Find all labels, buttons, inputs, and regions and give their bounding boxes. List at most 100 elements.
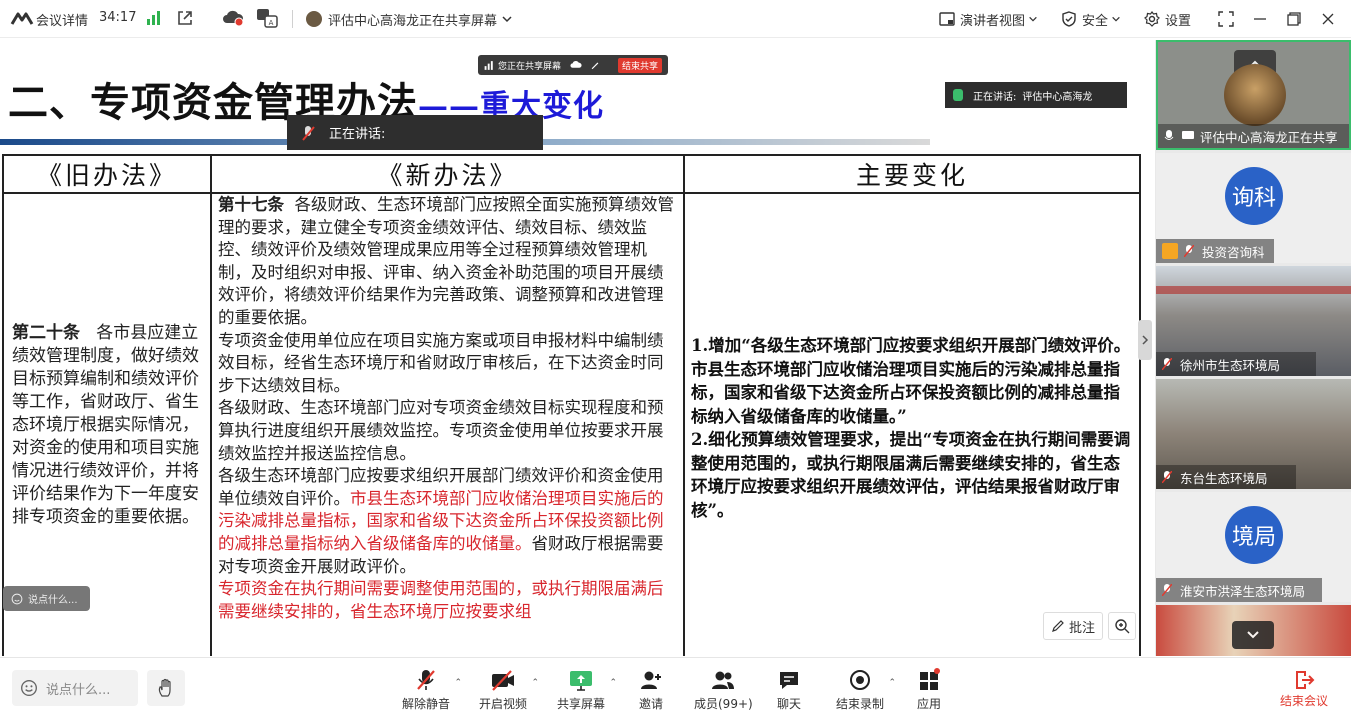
invite-button[interactable]: 邀请: [639, 668, 663, 712]
participant-name-text: 投资咨询科: [1202, 244, 1265, 260]
screen-share-icon: [570, 671, 592, 691]
say-something-mini[interactable]: 说点什么...: [3, 586, 90, 611]
participant-tile[interactable]: 东台生态环境局: [1156, 379, 1351, 489]
layout-icon: [939, 12, 955, 26]
raise-hand-button[interactable]: [147, 670, 185, 706]
share-screen-button[interactable]: 共享屏幕 ⌃: [557, 668, 617, 712]
changes-cell: 1.增加“各级生态环境部门应按要求组织开展部门绩效评价。市县生态环境部门应收储治…: [683, 192, 1141, 656]
mic-off-icon: [1162, 471, 1172, 483]
zoom-in-button[interactable]: [1108, 612, 1136, 640]
screen-share-icon: [1182, 131, 1194, 139]
settings-label: 设置: [1164, 13, 1191, 29]
new-clause: 第十七条: [218, 195, 284, 214]
new-rule-p2: 专项资金使用单位应在项目实施方案或项目申报材料中编制绩效目标，经省生态环境厅和省…: [218, 330, 664, 395]
chevron-right-icon: [1142, 335, 1149, 345]
divider: [292, 10, 293, 28]
translate-icon[interactable]: A: [256, 8, 278, 28]
say-something-input[interactable]: 说点什么...: [12, 670, 138, 706]
cloud-recording-icon[interactable]: [222, 9, 244, 27]
svg-text:A: A: [269, 19, 274, 27]
say-something-placeholder: 说点什么...: [46, 682, 111, 698]
participant-tile[interactable]: 境局 淮安市洪泽生态环境局: [1156, 492, 1351, 602]
apps-button[interactable]: 应用: [917, 668, 941, 712]
tencent-meeting-logo-icon: [10, 12, 34, 25]
fullscreen-button[interactable]: [1209, 0, 1243, 38]
caret-up-icon[interactable]: ⌃: [454, 678, 462, 688]
new-rule-p3: 各级财政、生态环境部门应对专项资金绩效目标实现程度和预算执行进度组织开展绩效监控…: [218, 398, 664, 463]
invite-label: 邀请: [639, 697, 664, 711]
network-signal-icon: [484, 60, 493, 70]
speaking-indicator-top: 正在讲话: 评估中心高海龙: [945, 82, 1127, 108]
pen-icon: [1052, 620, 1064, 632]
security-button[interactable]: 安全: [1061, 10, 1126, 29]
start-video-button[interactable]: 开启视频 ⌃: [479, 668, 539, 712]
stop-sharing-button[interactable]: 结束共享: [617, 57, 662, 73]
caret-up-icon[interactable]: ⌃: [888, 678, 896, 688]
network-signal-icon[interactable]: [146, 11, 162, 25]
close-button[interactable]: [1311, 0, 1345, 38]
start-video-label: 开启视频: [479, 697, 528, 711]
sharer-avatar: [306, 11, 322, 27]
participant-name: 评估中心高海龙正在共享: [1158, 124, 1349, 148]
scroll-down-button[interactable]: [1232, 621, 1274, 649]
meeting-timer: 34:17: [99, 10, 137, 25]
participant-name: 徐州市生态环境局: [1156, 352, 1316, 376]
gear-icon: [1144, 11, 1160, 27]
camera-off-icon: [492, 670, 514, 691]
exit-icon: [1296, 671, 1315, 689]
chevron-down-icon: [1247, 631, 1259, 639]
participant-tile[interactable]: 询科 投资咨询科: [1156, 153, 1351, 263]
annotate-button[interactable]: 批注: [1043, 612, 1103, 640]
participant-name: 东台生态环境局: [1156, 465, 1296, 489]
annotate-pen-icon: [591, 62, 599, 70]
apps-grid-icon: [920, 668, 940, 690]
settings-button[interactable]: 设置: [1144, 10, 1191, 29]
title-bar-right: 演讲者视图 安全 设置: [939, 0, 1351, 38]
members-button[interactable]: 成员(99+): [694, 668, 753, 712]
end-meeting-button[interactable]: 结束会议: [1280, 668, 1328, 709]
change-item-1: 1.增加“各级生态环境部门应按要求组织开展部门绩效评价。市县生态环境部门应收储治…: [691, 336, 1131, 426]
speaking-label: 正在讲话:: [329, 127, 386, 142]
participant-tile[interactable]: [1156, 605, 1351, 656]
share-status-dropdown[interactable]: 评估中心高海龙正在共享屏幕: [306, 8, 513, 30]
smiley-icon: [21, 680, 37, 696]
sharing-pill-text: 您正在共享屏幕: [498, 61, 562, 72]
caret-up-icon[interactable]: ⌃: [609, 678, 617, 688]
header-new: 《新办法》: [210, 154, 685, 194]
smiley-icon: [11, 593, 23, 604]
unmute-label: 解除静音: [402, 697, 451, 711]
new-rule-cell: 第十七条 各级财政、生态环境部门应按照全面实施预算绩效管理的要求，建立健全专项资…: [210, 192, 685, 656]
collapse-panel-button[interactable]: [1138, 320, 1152, 360]
new-rule-text: 第十七条 各级财政、生态环境部门应按照全面实施预算绩效管理的要求，建立健全专项资…: [212, 194, 683, 623]
chat-button[interactable]: 聊天: [777, 668, 801, 712]
participant-tile[interactable]: 徐州市生态环境局: [1156, 266, 1351, 376]
new-rule-p5-red: 专项资金在执行期间需要调整使用范围的，或执行期限届满后需要继续安排的，省生态环境…: [218, 579, 664, 621]
maximize-button[interactable]: [1277, 0, 1311, 38]
chevron-down-icon: [1112, 16, 1120, 22]
record-icon: [850, 670, 870, 690]
speaking-indicator: 正在讲话:: [287, 115, 543, 150]
stop-recording-button[interactable]: 结束录制 ⌃: [836, 668, 896, 712]
title-bar: 会议详情 34:17 A 评估中心高海龙正在共享屏幕 演讲者视图 安全 设置: [0, 0, 1351, 38]
sharing-control-pill[interactable]: 您正在共享屏幕 结束共享: [478, 55, 668, 75]
participant-tile[interactable]: 评估中心高海龙正在共享: [1156, 40, 1351, 150]
popout-icon[interactable]: [176, 9, 194, 27]
unmute-button[interactable]: 解除静音 ⌃: [402, 668, 462, 712]
comparison-table: 《旧办法》 《新办法》 主要变化 第二十条 各市县应建立绩效管理制度，做好绩效目…: [2, 154, 1141, 656]
apps-label: 应用: [917, 697, 942, 711]
speaker-view-button[interactable]: 演讲者视图: [939, 10, 1043, 29]
speaking-label-top: 正在讲话:: [973, 91, 1017, 103]
host-icon: [1162, 243, 1178, 259]
meeting-toolbar: 说点什么... 解除静音 ⌃ 开启视频 ⌃ 共享屏幕 ⌃ 邀请 成员(99+): [0, 657, 1351, 715]
mic-off-icon: [1162, 584, 1172, 596]
old-rule-body: 各市县应建立绩效管理制度，做好绩效目标预算编制和绩效评价等工作，省财政厅、省生态…: [12, 323, 199, 527]
minimize-button[interactable]: [1243, 0, 1277, 38]
participant-gallery: 评估中心高海龙正在共享 询科 投资咨询科 徐州市生态环境局 东台生态环境局 境局…: [1155, 40, 1351, 656]
meeting-details-button[interactable]: 会议详情: [36, 10, 88, 29]
header-old: 《旧办法》: [2, 154, 212, 194]
change-item-2: 2.细化预算绩效管理要求，提出“专项资金在执行期间需要调整使用范围的，或执行期限…: [691, 430, 1131, 520]
say-mini-label: 说点什么...: [28, 595, 78, 606]
chevron-down-icon: [502, 16, 512, 23]
table-header-row: 《旧办法》 《新办法》 主要变化: [2, 154, 1141, 194]
caret-up-icon[interactable]: ⌃: [531, 678, 539, 688]
